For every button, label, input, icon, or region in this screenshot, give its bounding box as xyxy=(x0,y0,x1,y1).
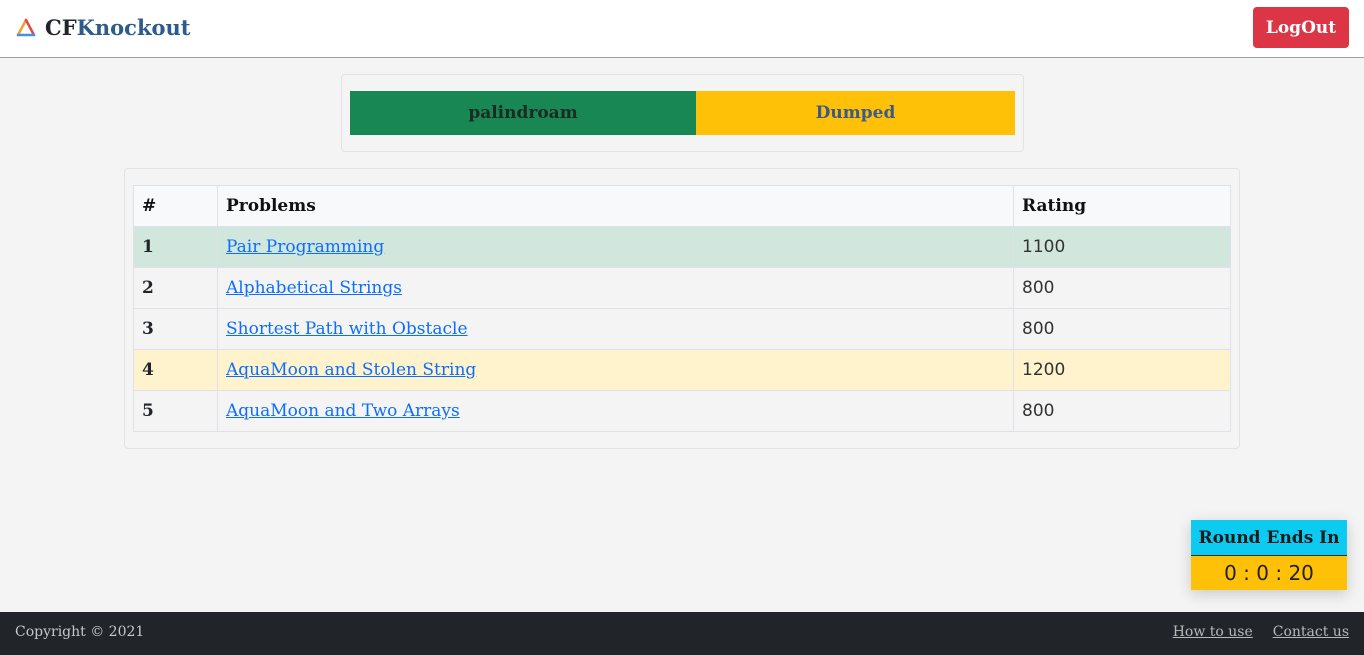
problem-link[interactable]: Alphabetical Strings xyxy=(226,278,402,298)
header-rating: Rating xyxy=(1013,185,1231,227)
timer-title: Round Ends In xyxy=(1191,520,1347,556)
problem-cell: AquaMoon and Stolen String xyxy=(217,349,1014,391)
problems-card: # Problems Rating 1 Pair Programming 110… xyxy=(124,168,1240,449)
copyright-text: Copyright © 2021 xyxy=(15,624,145,640)
problem-number: 2 xyxy=(133,267,218,309)
table-row: 4 AquaMoon and Stolen String 1200 xyxy=(133,349,1231,391)
footer: Copyright © 2021 How to use Contact us xyxy=(0,612,1364,655)
header-number: # xyxy=(133,185,218,227)
problem-cell: Shortest Path with Obstacle xyxy=(217,308,1014,350)
header-problems: Problems xyxy=(217,185,1014,227)
problem-number: 5 xyxy=(133,390,218,432)
problem-cell: Alphabetical Strings xyxy=(217,267,1014,309)
problem-number: 3 xyxy=(133,308,218,350)
problem-link[interactable]: AquaMoon and Stolen String xyxy=(226,360,476,380)
player-left: palindroam xyxy=(350,91,696,135)
table-header-row: # Problems Rating xyxy=(133,185,1231,227)
table-row: 1 Pair Programming 1100 xyxy=(133,226,1231,268)
problem-rating: 800 xyxy=(1013,267,1231,309)
footer-links: How to use Contact us xyxy=(1173,624,1349,640)
problem-rating: 800 xyxy=(1013,308,1231,350)
tricolor-triangle-logo-icon xyxy=(16,18,36,37)
problem-link[interactable]: Pair Programming xyxy=(226,237,384,257)
problems-table: # Problems Rating 1 Pair Programming 110… xyxy=(133,185,1231,432)
problem-cell: Pair Programming xyxy=(217,226,1014,268)
problem-link[interactable]: AquaMoon and Two Arrays xyxy=(226,401,460,421)
brand[interactable]: CFKnockout xyxy=(15,14,190,42)
table-row: 5 AquaMoon and Two Arrays 800 xyxy=(133,390,1231,432)
table-row: 3 Shortest Path with Obstacle 800 xyxy=(133,308,1231,350)
problem-link[interactable]: Shortest Path with Obstacle xyxy=(226,319,468,339)
brand-cf: CF xyxy=(45,15,77,40)
problem-rating: 1100 xyxy=(1013,226,1231,268)
problem-rating: 800 xyxy=(1013,390,1231,432)
navbar: CFKnockout LogOut xyxy=(0,0,1364,58)
contact-us-link[interactable]: Contact us xyxy=(1273,624,1349,640)
how-to-use-link[interactable]: How to use xyxy=(1173,624,1253,640)
problem-rating: 1200 xyxy=(1013,349,1231,391)
problem-cell: AquaMoon and Two Arrays xyxy=(217,390,1014,432)
problem-number: 1 xyxy=(133,226,218,268)
round-timer: Round Ends In 0 : 0 : 20 xyxy=(1191,520,1347,590)
brand-knockout: Knockout xyxy=(76,15,191,40)
problem-number: 4 xyxy=(133,349,218,391)
player-right: Dumped xyxy=(696,91,1015,135)
brand-name: CFKnockout xyxy=(45,14,190,42)
table-row: 2 Alphabetical Strings 800 xyxy=(133,267,1231,309)
match-card: palindroam Dumped xyxy=(341,74,1024,152)
timer-value: 0 : 0 : 20 xyxy=(1191,556,1347,590)
logout-button[interactable]: LogOut xyxy=(1253,7,1349,48)
match-progress-bar: palindroam Dumped xyxy=(350,91,1015,135)
